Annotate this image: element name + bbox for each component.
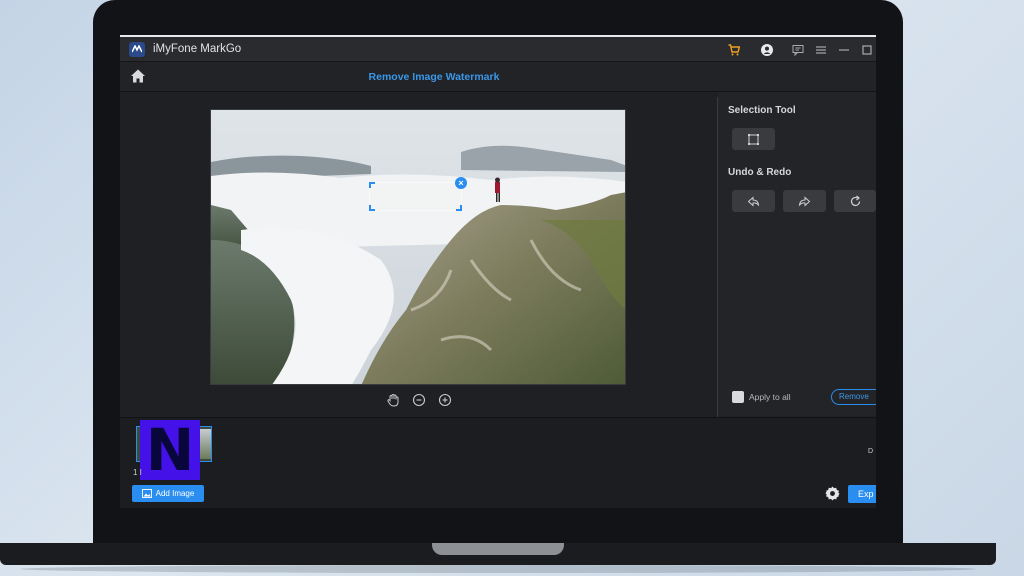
- reset-button[interactable]: [834, 190, 876, 212]
- apply-to-all-label: Apply to all: [749, 392, 791, 402]
- settings-icon[interactable]: [825, 486, 840, 501]
- image-count: 1 I: [133, 468, 142, 477]
- photo-canvas[interactable]: ×: [210, 109, 626, 385]
- image-icon: [141, 489, 152, 498]
- page-title: Remove Image Watermark: [368, 71, 500, 83]
- feedback-icon[interactable]: [789, 41, 807, 59]
- app-logo-icon: [129, 41, 145, 57]
- zoom-out-icon[interactable]: [412, 393, 426, 407]
- nav-bar: Remove Image Watermark: [120, 62, 876, 92]
- title-bar: iMyFone MarkGo: [120, 37, 876, 62]
- apply-to-all-option[interactable]: Apply to all: [732, 391, 791, 403]
- zoom-in-icon[interactable]: [438, 393, 452, 407]
- laptop-notch: [432, 543, 564, 555]
- redo-button[interactable]: [783, 190, 826, 212]
- bottom-strip: N 1 I D Add Image Exp: [120, 418, 876, 508]
- add-image-label: Add Image: [155, 489, 195, 498]
- redo-icon: [798, 195, 811, 207]
- channel-logo-overlay: N: [140, 420, 200, 480]
- hand-icon[interactable]: [386, 393, 400, 407]
- close-icon[interactable]: ×: [455, 177, 467, 189]
- rectangle-select-button[interactable]: [732, 128, 775, 150]
- laptop-shadow: [20, 565, 976, 573]
- add-image-button[interactable]: Add Image: [132, 485, 204, 502]
- cart-icon[interactable]: [725, 41, 743, 59]
- undo-redo-heading: Undo & Redo: [728, 167, 792, 178]
- reset-icon: [850, 195, 860, 206]
- selection-handle[interactable]: [369, 205, 375, 211]
- undo-button[interactable]: [732, 190, 775, 212]
- selection-handle[interactable]: [456, 205, 462, 211]
- undo-icon: [747, 195, 760, 207]
- maximize-icon[interactable]: [858, 41, 876, 59]
- watermark-selection-box[interactable]: ×: [369, 177, 467, 211]
- menu-icon[interactable]: [812, 41, 830, 59]
- remove-button[interactable]: Remove: [831, 389, 876, 405]
- app-title: iMyFone MarkGo: [153, 43, 242, 55]
- canvas-area: ×: [120, 92, 716, 416]
- rectangle-select-icon: [748, 133, 759, 145]
- right-panel: Selection Tool Undo & Redo Apply to all …: [718, 92, 876, 416]
- selection-tool-heading: Selection Tool: [728, 105, 796, 116]
- truncated-label: D: [868, 448, 874, 455]
- user-icon[interactable]: [758, 41, 776, 59]
- zoom-toolbar: [386, 392, 452, 408]
- apply-to-all-checkbox[interactable]: [732, 391, 744, 403]
- selection-handle[interactable]: [369, 182, 375, 188]
- app-window: iMyFone MarkGo Remove Image Watermark × …: [120, 35, 876, 508]
- export-button[interactable]: Exp: [848, 485, 876, 503]
- minimize-icon[interactable]: [835, 41, 853, 59]
